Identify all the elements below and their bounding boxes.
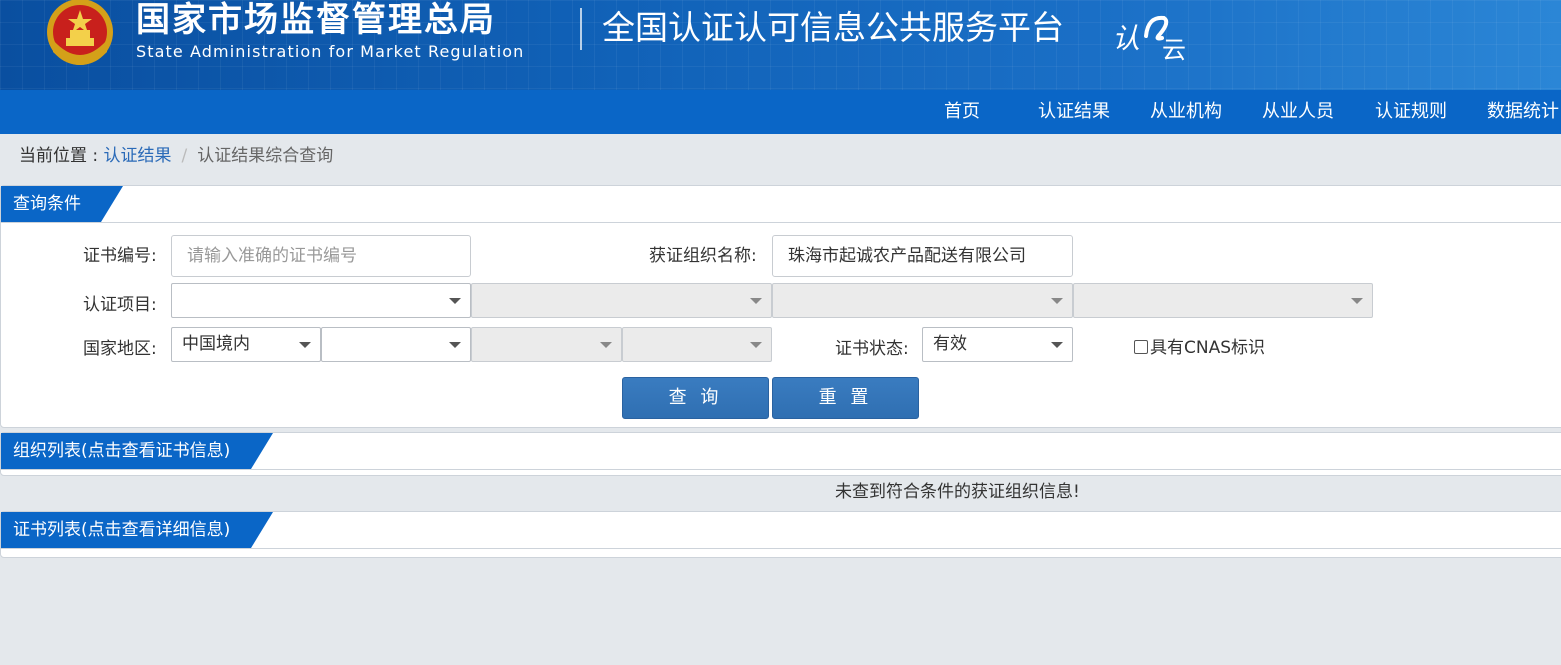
nav-item-home[interactable]: 首页	[944, 90, 980, 134]
platform-logo-icon: 认 云	[1112, 15, 1186, 62]
project-select-2[interactable]	[471, 283, 772, 318]
region-select-1-value: 中国境内	[182, 334, 250, 354]
cert-no-label: 证书编号:	[83, 246, 157, 266]
org-name-label: 获证组织名称:	[649, 246, 757, 266]
nav-item-institutions[interactable]: 从业机构	[1150, 90, 1222, 134]
status-label: 证书状态:	[835, 339, 909, 359]
nav-item-statistics[interactable]: 数据统计	[1487, 90, 1559, 134]
chevron-down-icon	[1051, 298, 1063, 304]
main-nav: 首页 认证结果 从业机构 从业人员 认证规则 数据统计	[0, 90, 1561, 134]
site-header: 国家市场监督管理总局 State Administration for Mark…	[0, 0, 1561, 90]
chevron-down-icon	[600, 342, 612, 348]
project-label: 认证项目:	[83, 295, 157, 315]
status-select[interactable]: 有效	[922, 327, 1073, 362]
region-label: 国家地区:	[83, 339, 157, 359]
logo-char-1: 认	[1112, 22, 1140, 55]
org-list-empty-message: 未查到符合条件的获证组织信息!	[835, 482, 1080, 502]
query-panel-title: 查询条件	[1, 186, 123, 222]
platform-title: 全国认证认可信息公共服务平台	[602, 8, 1064, 47]
org-list-panel: 组织列表(点击查看证书信息)	[0, 432, 1561, 476]
breadcrumb: 当前位置 : 认证结果 / 认证结果综合查询	[19, 144, 333, 168]
region-select-1[interactable]: 中国境内	[171, 327, 321, 362]
agency-name-cn: 国家市场监督管理总局	[136, 0, 496, 40]
header-divider	[580, 8, 582, 50]
org-name-input[interactable]: 珠海市起诚农产品配送有限公司	[772, 235, 1073, 277]
chevron-down-icon	[1351, 298, 1363, 304]
cert-list-panel: 证书列表(点击查看详细信息)	[0, 511, 1561, 558]
reset-button[interactable]: 重 置	[772, 377, 919, 419]
chevron-down-icon	[449, 342, 461, 348]
nav-item-cert-results[interactable]: 认证结果	[1038, 90, 1110, 134]
search-button[interactable]: 查 询	[622, 377, 769, 419]
cnas-checkbox-label[interactable]: 具有CNAS标识	[1150, 338, 1265, 358]
cnas-option: 具有CNAS标识	[1134, 336, 1265, 360]
breadcrumb-separator: /	[181, 146, 188, 166]
logo-char-2: 云	[1162, 36, 1186, 62]
region-select-4[interactable]	[622, 327, 772, 362]
cert-list-title: 证书列表(点击查看详细信息)	[1, 512, 273, 548]
breadcrumb-link-cert-results[interactable]: 认证结果	[104, 146, 172, 166]
region-select-2[interactable]	[321, 327, 471, 362]
project-select-1[interactable]	[171, 283, 471, 318]
cert-list-header: 证书列表(点击查看详细信息)	[1, 512, 1561, 549]
chevron-down-icon	[299, 342, 311, 348]
agency-name-en: State Administration for Market Regulati…	[136, 42, 525, 61]
chevron-down-icon	[449, 298, 461, 304]
national-emblem-icon	[47, 0, 113, 65]
nav-item-personnel[interactable]: 从业人员	[1262, 90, 1334, 134]
chevron-down-icon	[750, 342, 762, 348]
org-list-header: 组织列表(点击查看证书信息)	[1, 433, 1561, 470]
status-select-value: 有效	[933, 334, 967, 354]
region-select-3[interactable]	[471, 327, 622, 362]
breadcrumb-current: 认证结果综合查询	[197, 146, 334, 166]
cert-no-input[interactable]: 请输入准确的证书编号	[171, 235, 471, 277]
cnas-checkbox[interactable]	[1134, 340, 1148, 354]
chevron-down-icon	[1051, 342, 1063, 348]
breadcrumb-prefix: 当前位置 :	[19, 146, 104, 166]
query-panel-header: 查询条件	[1, 186, 1561, 223]
org-list-title: 组织列表(点击查看证书信息)	[1, 433, 273, 469]
project-select-3[interactable]	[772, 283, 1073, 318]
chevron-down-icon	[750, 298, 762, 304]
nav-item-cert-rules[interactable]: 认证规则	[1375, 90, 1447, 134]
project-select-4[interactable]	[1073, 283, 1373, 318]
